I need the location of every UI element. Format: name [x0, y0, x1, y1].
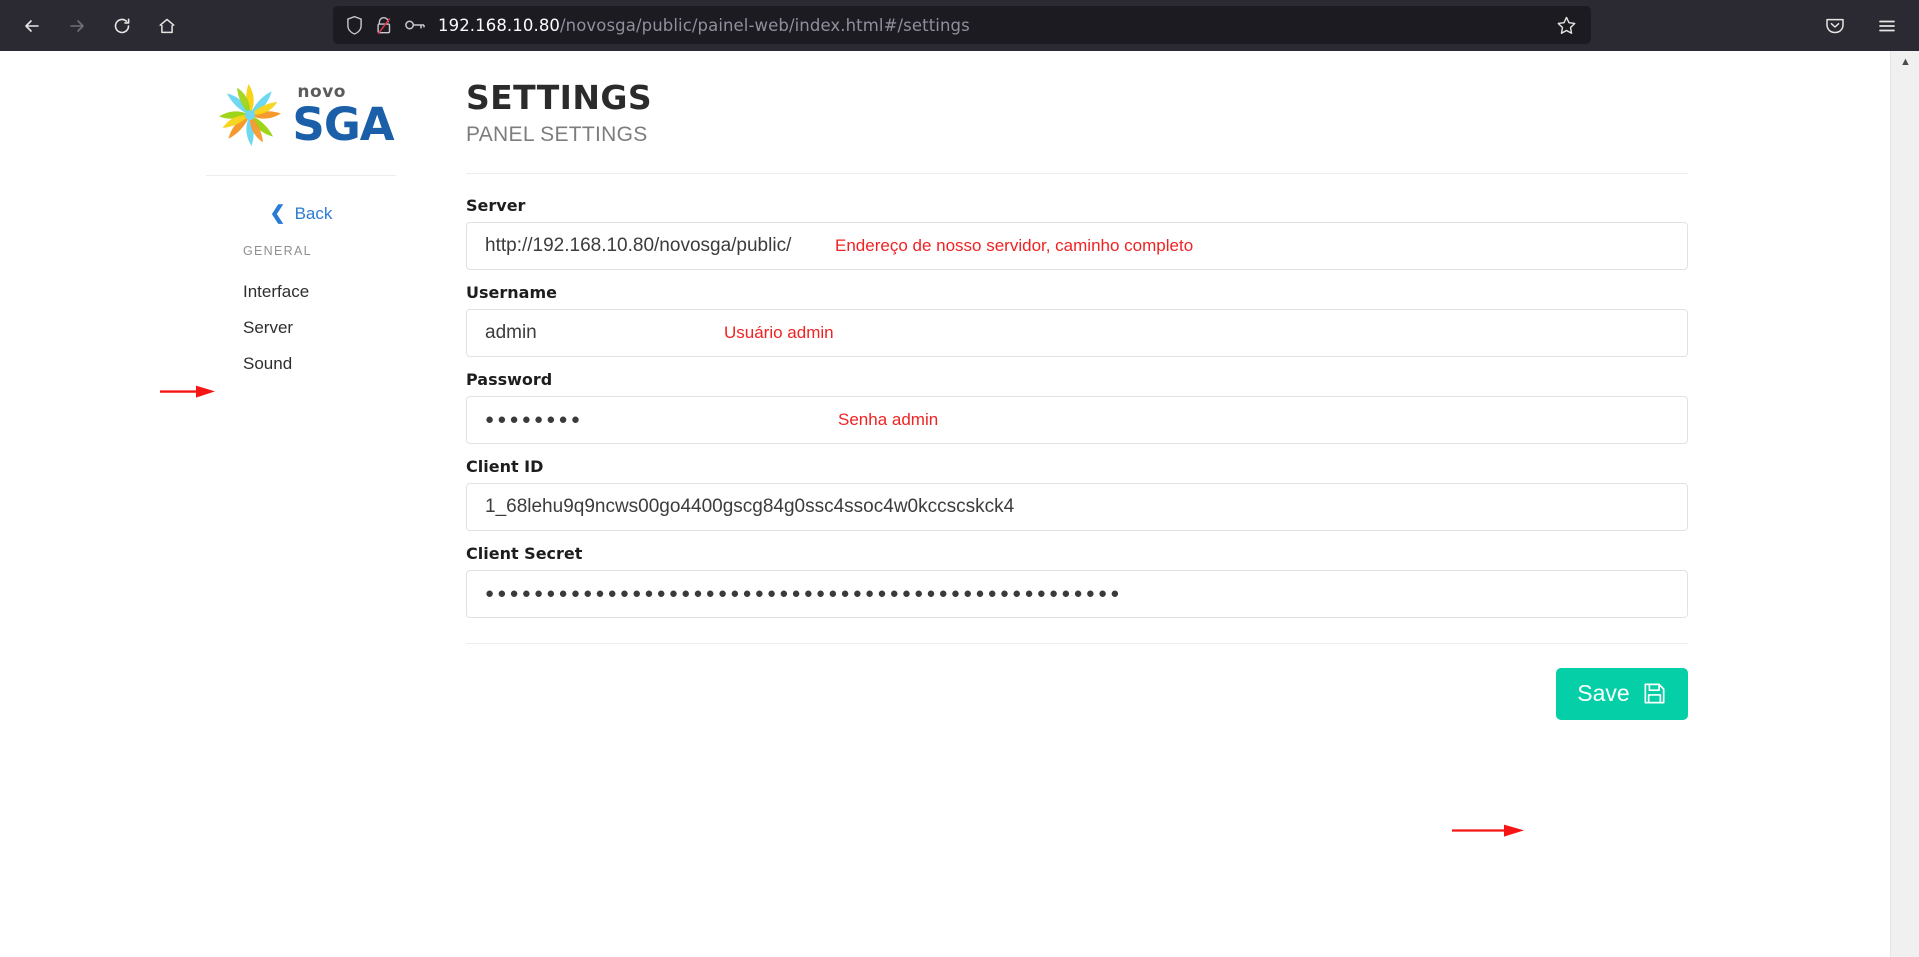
bookmark-button[interactable] — [1549, 8, 1583, 42]
floppy-disk-save-icon — [1642, 681, 1667, 706]
annotation-arrow-save — [1452, 823, 1524, 839]
sidebar-group-label: GENERAL — [206, 244, 396, 258]
field-client-secret: Client Secret ●●●●●●●●●●●●●●●●●●●●●●●●●●… — [466, 544, 1688, 618]
footer-divider — [466, 643, 1688, 644]
field-label-client-id: Client ID — [466, 457, 1688, 476]
logo-sga-text: SGA — [292, 102, 393, 147]
back-arrow-icon — [22, 16, 42, 36]
back-label: Back — [295, 204, 333, 224]
page-title: SETTINGS — [466, 79, 1688, 117]
field-password: Password ●●●●●●●● Senha admin — [466, 370, 1688, 444]
broken-lock-icon[interactable] — [375, 15, 393, 36]
annotation-arrow-server — [160, 384, 215, 400]
toolbar-right-icons — [1817, 0, 1905, 51]
settings-form: Server http://192.168.10.80/novosga/publ… — [466, 196, 1688, 618]
home-button[interactable] — [147, 6, 187, 46]
sidebar-divider — [206, 175, 396, 176]
page-viewport: novo SGA ❮ Back GENERAL Interface Server… — [0, 51, 1890, 957]
field-label-username: Username — [466, 283, 1688, 302]
client-secret-input-value: ●●●●●●●●●●●●●●●●●●●●●●●●●●●●●●●●●●●●●●●●… — [485, 585, 1123, 602]
username-input-value: admin — [485, 322, 537, 344]
field-server: Server http://192.168.10.80/novosga/publ… — [466, 196, 1688, 270]
annotation-server: Endereço de nosso servidor, caminho comp… — [835, 236, 1193, 256]
field-label-password: Password — [466, 370, 1688, 389]
forward-arrow-icon — [67, 16, 87, 36]
browser-toolbar: 192.168.10.80/novosga/public/painel-web/… — [0, 0, 1919, 51]
app-logo: novo SGA — [206, 61, 396, 169]
forward-button[interactable] — [57, 6, 97, 46]
back-button[interactable] — [12, 6, 52, 46]
page-scrollbar[interactable]: ▲ — [1890, 51, 1919, 957]
reload-icon — [112, 16, 132, 36]
address-bar[interactable]: 192.168.10.80/novosga/public/painel-web/… — [333, 6, 1591, 44]
chevron-left-icon: ❮ — [270, 204, 286, 223]
field-label-client-secret: Client Secret — [466, 544, 1688, 563]
header-divider — [466, 173, 1688, 174]
address-bar-icons — [345, 15, 426, 36]
password-input-value: ●●●●●●●● — [485, 411, 583, 428]
key-icon[interactable] — [404, 17, 426, 33]
save-button[interactable]: Save — [1556, 668, 1688, 720]
url-path: /novosga/public/painel-web/index.html#/s… — [560, 16, 970, 35]
home-icon — [157, 16, 177, 36]
main-panel: SETTINGS PANEL SETTINGS Server http://19… — [466, 79, 1688, 720]
sidebar-item-sound[interactable]: Sound — [206, 346, 396, 382]
form-actions: Save — [466, 668, 1688, 720]
navigation-buttons — [0, 6, 187, 46]
pocket-button[interactable] — [1817, 8, 1853, 44]
server-input[interactable]: http://192.168.10.80/novosga/public/ End… — [466, 222, 1688, 270]
sidebar: novo SGA ❮ Back GENERAL Interface Server… — [206, 61, 396, 382]
password-input[interactable]: ●●●●●●●● Senha admin — [466, 396, 1688, 444]
annotation-password: Senha admin — [838, 410, 938, 430]
pocket-icon — [1824, 15, 1846, 37]
back-link[interactable]: ❮ Back — [206, 204, 396, 224]
hamburger-menu-icon — [1876, 15, 1898, 37]
pinwheel-logo-icon — [214, 79, 286, 151]
logo-wordmark: novo SGA — [292, 84, 393, 147]
scroll-up-arrow-icon[interactable]: ▲ — [1891, 56, 1919, 68]
server-input-value: http://192.168.10.80/novosga/public/ — [485, 235, 791, 257]
username-input[interactable]: admin Usuário admin — [466, 309, 1688, 357]
sidebar-item-server[interactable]: Server — [206, 310, 396, 346]
client-secret-input[interactable]: ●●●●●●●●●●●●●●●●●●●●●●●●●●●●●●●●●●●●●●●●… — [466, 570, 1688, 618]
field-username: Username admin Usuário admin — [466, 283, 1688, 357]
reload-button[interactable] — [102, 6, 142, 46]
annotation-username: Usuário admin — [724, 323, 834, 343]
sidebar-nav: Interface Server Sound — [206, 274, 396, 382]
shield-icon[interactable] — [345, 15, 364, 36]
client-id-input-value: 1_68lehu9q9ncws00go4400gscg84g0ssc4ssoc4… — [485, 496, 1014, 518]
page-subtitle: PANEL SETTINGS — [466, 123, 1688, 147]
field-client-id: Client ID 1_68lehu9q9ncws00go4400gscg84g… — [466, 457, 1688, 531]
star-icon — [1556, 15, 1577, 36]
save-button-label: Save — [1577, 680, 1629, 707]
app-menu-button[interactable] — [1869, 8, 1905, 44]
client-id-input[interactable]: 1_68lehu9q9ncws00go4400gscg84g0ssc4ssoc4… — [466, 483, 1688, 531]
url-host: 192.168.10.80 — [438, 16, 560, 35]
sidebar-item-interface[interactable]: Interface — [206, 274, 396, 310]
field-label-server: Server — [466, 196, 1688, 215]
url-text[interactable]: 192.168.10.80/novosga/public/painel-web/… — [438, 16, 1549, 35]
